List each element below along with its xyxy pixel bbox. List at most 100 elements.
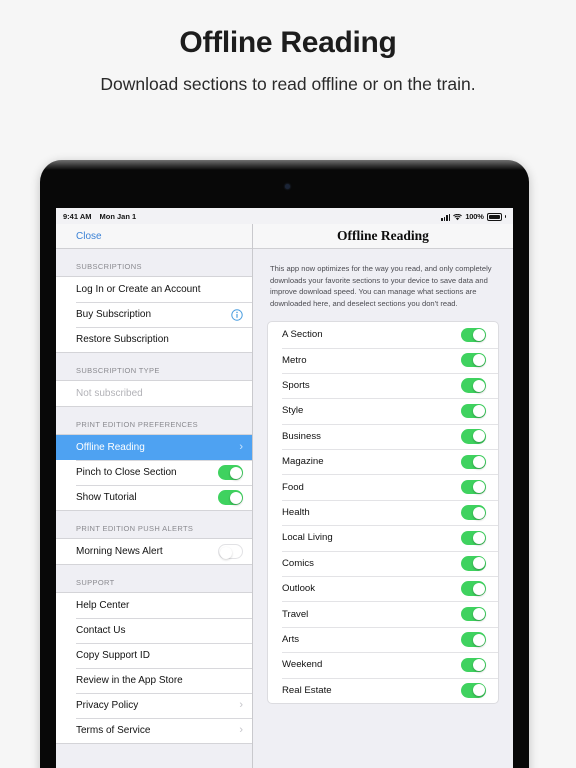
toggle-metro[interactable] [461, 352, 486, 368]
toggle-knob [229, 491, 242, 504]
section-label: Arts [282, 634, 300, 645]
toggle-knob [472, 582, 485, 595]
sidebar-group: Help Center Contact Us Copy Support ID Revi… [56, 592, 252, 744]
section-row-travel[interactable]: Travel [268, 601, 498, 626]
toggle-knob [472, 608, 485, 621]
section-row-weekend[interactable]: Weekend [268, 652, 498, 677]
page-subtitle: Download sections to read offline or on … [100, 74, 476, 94]
section-row-business[interactable]: Business [268, 423, 498, 449]
sidebar-item-terms-of-service[interactable]: Terms of Service › [56, 718, 252, 743]
toggle-food[interactable] [461, 479, 486, 495]
sidebar-sections: SUBSCRIPTIONS Log In or Create an Account… [56, 249, 252, 744]
section-label: Health [282, 507, 310, 519]
sidebar-item-contact-us[interactable]: Contact Us [56, 618, 252, 643]
section-row-style[interactable]: Style [268, 398, 498, 423]
sidebar-item-label: Help Center [76, 600, 130, 611]
sidebar-item-help-center[interactable]: Help Center [56, 593, 252, 618]
toggle-arts[interactable] [461, 632, 486, 647]
toggle-real-estate[interactable] [461, 683, 486, 698]
section-label: Local Living [282, 532, 333, 544]
sidebar-item-log-in-or-create-an-account[interactable]: Log In or Create an Account [56, 277, 252, 302]
content-panel: Offline Reading This app now optimizes f… [253, 224, 513, 768]
sidebar-section-header-print-edition-push-alerts: PRINT EDITION PUSH ALERTS [56, 511, 252, 538]
toggle-knob [472, 684, 485, 697]
section-row-local-living[interactable]: Local Living [268, 525, 498, 550]
sidebar-item-label: Show Tutorial [76, 492, 137, 503]
toggle-morning-news-alert[interactable] [218, 544, 243, 559]
toggle-show-tutorial[interactable] [218, 490, 243, 505]
wifi-icon [453, 213, 463, 221]
sidebar-item-copy-support-id[interactable]: Copy Support ID [56, 643, 252, 668]
toggle-travel[interactable] [461, 606, 486, 622]
toggle-knob [472, 633, 485, 646]
section-row-health[interactable]: Health [268, 499, 498, 525]
sidebar-group: Not subscribed [56, 380, 252, 407]
section-label: A Section [282, 329, 323, 341]
sidebar-item-label: Copy Support ID [76, 650, 150, 661]
toggle-knob [472, 430, 485, 443]
section-label: Travel [282, 608, 309, 620]
sidebar-group: Log In or Create an Account Buy Subscript… [56, 276, 252, 353]
toggle-health[interactable] [461, 505, 486, 520]
chevron-right-icon: › [239, 699, 243, 711]
section-row-real-estate[interactable]: Real Estate [268, 677, 498, 703]
status-bar: 9:41 AM Mon Jan 1 100% [56, 208, 513, 224]
toggle-a-section[interactable] [461, 327, 486, 343]
sidebar-section-header-subscription-type: SUBSCRIPTION TYPE [56, 353, 252, 380]
sidebar-item-label: Restore Subscription [76, 334, 169, 345]
sidebar-section-header-print-edition-preferences: PRINT EDITION PREFERENCES [56, 407, 252, 434]
info-icon[interactable] [231, 308, 243, 321]
toggle-comics[interactable] [461, 556, 486, 571]
toggle-pinch-to-close-section[interactable] [218, 465, 243, 480]
sidebar-item-pinch-to-close-section[interactable]: Pinch to Close Section [56, 460, 252, 485]
sidebar-item-label: Terms of Service [76, 725, 151, 736]
sidebar-item-offline-reading[interactable]: Offline Reading › [56, 435, 252, 460]
cellular-bars-icon [440, 213, 451, 221]
toggle-business[interactable] [461, 429, 486, 444]
toggle-weekend[interactable] [461, 657, 486, 673]
sidebar-item-buy-subscription[interactable]: Buy Subscription [56, 302, 252, 327]
section-row-sports[interactable]: Sports [268, 372, 498, 398]
sidebar-section-header-subscriptions: SUBSCRIPTIONS [56, 249, 252, 276]
chevron-right-icon: › [239, 441, 243, 453]
close-button[interactable]: Close [76, 231, 102, 242]
offline-sections-list: A Section Metro Sports Style Business Magazin… [267, 321, 499, 704]
sidebar-group: Offline Reading › Pinch to Close Section Sh… [56, 434, 252, 511]
bezel-glare [40, 160, 529, 170]
sidebar-item-label: Not subscribed [76, 388, 143, 399]
sidebar-item-label: Buy Subscription [76, 309, 152, 320]
section-label: Real Estate [282, 684, 332, 696]
status-date: Mon Jan 1 [99, 211, 137, 221]
toggle-local-living[interactable] [461, 530, 486, 546]
section-row-food[interactable]: Food [268, 474, 498, 499]
sidebar-item-restore-subscription[interactable]: Restore Subscription [56, 327, 252, 352]
sidebar-item-morning-news-alert[interactable]: Morning News Alert [56, 539, 252, 564]
promo-header: Offline Reading Download sections to rea… [0, 0, 576, 95]
sidebar-item-show-tutorial[interactable]: Show Tutorial [56, 485, 252, 510]
sidebar-item-review-in-the-app-store[interactable]: Review in the App Store [56, 668, 252, 693]
sidebar-item-label: Pinch to Close Section [76, 467, 177, 478]
section-row-a-section[interactable]: A Section [268, 322, 498, 347]
section-row-arts[interactable]: Arts [268, 626, 498, 652]
sidebar-item-not-subscribed: Not subscribed [56, 381, 252, 406]
content-title: Offline Reading [337, 228, 429, 243]
section-row-outlook[interactable]: Outlook [268, 576, 498, 601]
page-title: Offline Reading [179, 26, 397, 59]
sidebar-item-label: Log In or Create an Account [76, 284, 201, 295]
status-bar-left: 9:41 AM Mon Jan 1 [63, 212, 136, 221]
section-row-comics[interactable]: Comics [268, 550, 498, 576]
sidebar-item-label: Review in the App Store [76, 675, 183, 686]
toggle-magazine[interactable] [461, 454, 486, 470]
content-toolbar: Offline Reading [253, 224, 513, 249]
status-bar-right: 100% [440, 212, 506, 221]
section-row-metro[interactable]: Metro [268, 347, 498, 373]
toggle-outlook[interactable] [461, 581, 486, 596]
sidebar-item-label: Privacy Policy [76, 700, 139, 711]
section-row-magazine[interactable]: Magazine [268, 449, 498, 474]
section-label: Magazine [282, 456, 324, 468]
sidebar-item-privacy-policy[interactable]: Privacy Policy › [56, 693, 252, 718]
content-description: This app now optimizes for the way you r… [270, 264, 492, 308]
toggle-style[interactable] [461, 403, 486, 419]
section-label: Food [282, 481, 304, 493]
toggle-sports[interactable] [461, 378, 486, 393]
